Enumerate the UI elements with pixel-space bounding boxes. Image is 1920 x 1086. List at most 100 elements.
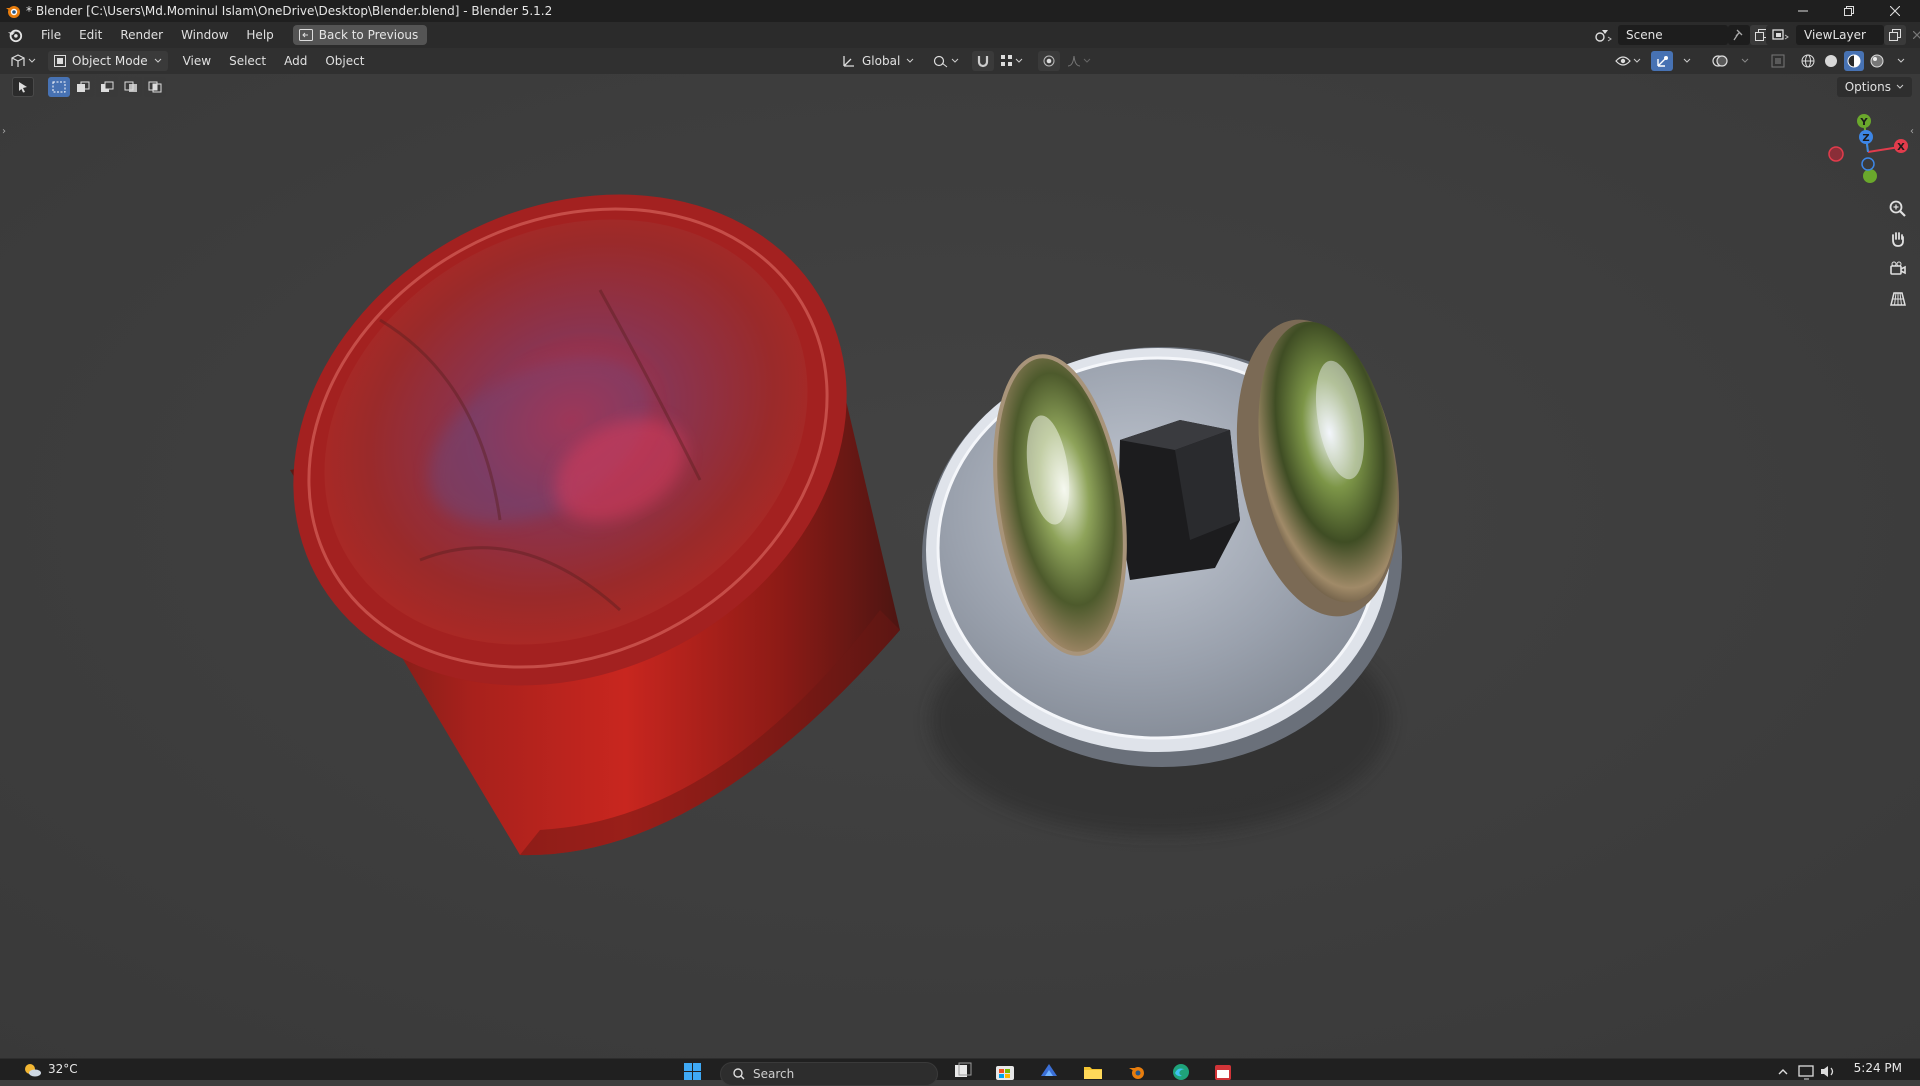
scene-pin-button[interactable] [1728, 25, 1750, 45]
gizmo-neg-z-handle[interactable] [1861, 157, 1875, 171]
scene-browse-button[interactable] [1588, 25, 1618, 45]
xray-icon [1771, 54, 1785, 68]
pivot-icon [934, 55, 948, 68]
gizmo-x-label: X [1897, 142, 1905, 153]
weather-temperature: 32°C [48, 1062, 78, 1076]
overlays-dropdown[interactable] [1734, 51, 1756, 71]
view-layer-name-field[interactable]: ViewLayer [1796, 25, 1884, 45]
select-mode-intersect-button[interactable] [144, 77, 166, 97]
select-mode-invert-button[interactable] [120, 77, 142, 97]
object-mode-icon [54, 55, 66, 67]
microsoft-store-icon[interactable] [994, 1062, 1016, 1080]
select-subtract-icon [101, 81, 114, 92]
menu-render[interactable]: Render [111, 24, 172, 46]
show-overlays-toggle[interactable] [1709, 51, 1731, 71]
snap-grid-icon [1001, 55, 1013, 66]
select-tool-button[interactable] [12, 77, 34, 97]
windows-start-icon[interactable] [682, 1062, 704, 1080]
menu-window[interactable]: Window [172, 24, 237, 46]
viewport-menu-object[interactable]: Object [316, 54, 373, 68]
gizmo-neg-x-handle[interactable] [1828, 146, 1844, 162]
gizmo-dropdown[interactable] [1676, 51, 1698, 71]
window-title: * Blender [C:\Users\Md.Mominul Islam\One… [26, 4, 553, 18]
delete-view-layer-button[interactable] [1906, 25, 1920, 45]
close-button[interactable] [1872, 0, 1918, 22]
gizmo-neg-y-handle[interactable] [1863, 169, 1877, 183]
navigation-gizmo[interactable]: Y Z X [1816, 108, 1912, 200]
edge-browser-icon[interactable] [1170, 1062, 1192, 1080]
minimize-button[interactable] [1780, 0, 1826, 22]
transform-tools: Global [836, 50, 1094, 72]
duplicate-icon [1889, 29, 1901, 41]
zoom-view-button[interactable] [1884, 195, 1912, 223]
view-layer-browse-button[interactable] [1766, 25, 1796, 45]
menu-help[interactable]: Help [237, 24, 282, 46]
select-extend-icon [77, 81, 90, 92]
shading-dropdown[interactable] [1890, 51, 1912, 71]
chevron-down-icon [1896, 84, 1904, 89]
viewport-menu-add[interactable]: Add [275, 54, 316, 68]
back-to-previous-button[interactable]: Back to Previous [292, 25, 428, 45]
scene-name-field[interactable]: Scene [1618, 25, 1728, 45]
volume-icon[interactable] [1818, 1062, 1840, 1080]
network-icon[interactable] [1796, 1062, 1818, 1080]
3d-viewport[interactable]: › ‹ [0, 74, 1920, 1058]
wireframe-shading-button[interactable] [1798, 51, 1818, 71]
blender-logo-icon [6, 6, 20, 18]
chevron-down-icon [1741, 58, 1749, 63]
windows-taskbar: 32°C Search 5:24 PM [0, 1058, 1920, 1086]
proportional-edit-icon [1043, 55, 1055, 67]
toolbar-expand-arrow[interactable]: › [2, 126, 6, 137]
xray-toggle[interactable] [1767, 51, 1789, 71]
pan-view-button[interactable] [1884, 225, 1912, 253]
screen-back-icon [298, 29, 313, 41]
solid-shading-button[interactable] [1821, 51, 1841, 71]
search-icon [733, 1068, 745, 1080]
chevron-down-icon [1897, 58, 1905, 63]
file-explorer-icon[interactable] [1082, 1062, 1104, 1080]
back-to-previous-label: Back to Previous [318, 28, 419, 42]
menu-file[interactable]: File [32, 24, 70, 46]
gizmo-z-label: Z [1862, 133, 1869, 144]
weather-widget[interactable]: 32°C [22, 1061, 78, 1077]
object-mode-label: Object Mode [72, 54, 148, 68]
snap-toggle[interactable] [972, 51, 995, 71]
menu-edit[interactable]: Edit [70, 24, 111, 46]
pivot-point-dropdown[interactable] [930, 51, 962, 71]
material-preview-shading-button[interactable] [1844, 51, 1864, 71]
transform-orientation-dropdown[interactable]: Global [836, 51, 920, 71]
show-hidden-icons-chevron-icon[interactable] [1772, 1062, 1794, 1080]
object-visibility-dropdown[interactable] [1612, 51, 1644, 71]
new-view-layer-button[interactable] [1884, 25, 1906, 45]
editor-type-button[interactable] [10, 51, 40, 71]
viewport-menu-view[interactable]: View [174, 54, 220, 68]
viewport-scene[interactable] [0, 74, 1920, 1058]
eye-icon [1615, 56, 1631, 66]
select-mode-extend-button[interactable] [72, 77, 94, 97]
taskbar-search-box[interactable]: Search [720, 1062, 938, 1086]
object-mode-dropdown[interactable]: Object Mode [48, 51, 168, 71]
proportional-editing-toggle[interactable] [1038, 51, 1061, 71]
viewport-display-tools [1612, 50, 1912, 72]
proportional-falloff-dropdown[interactable] [1064, 51, 1094, 71]
select-mode-subtract-button[interactable] [96, 77, 118, 97]
snap-target-dropdown[interactable] [998, 51, 1026, 71]
toggle-projection-button[interactable] [1884, 285, 1912, 313]
camera-view-button[interactable] [1884, 255, 1912, 283]
maximize-button[interactable] [1826, 0, 1872, 22]
falloff-curve-icon [1068, 55, 1081, 67]
calendar-app-icon[interactable] [1212, 1062, 1234, 1080]
rendered-shading-button[interactable] [1867, 51, 1887, 71]
viewport-menu-select[interactable]: Select [220, 54, 275, 68]
select-mode-new-button[interactable] [48, 77, 70, 97]
wireframe-shading-icon [1801, 54, 1815, 68]
blender-taskbar-icon[interactable] [1126, 1062, 1148, 1080]
copilot-icon[interactable] [1038, 1062, 1060, 1080]
blender-menu-button[interactable] [4, 24, 26, 46]
options-label: Options [1844, 80, 1891, 94]
options-dropdown[interactable]: Options [1836, 77, 1912, 97]
show-gizmo-toggle[interactable] [1651, 51, 1673, 71]
task-view-icon[interactable] [952, 1062, 974, 1080]
chevron-down-icon [1015, 58, 1023, 63]
taskbar-clock[interactable]: 5:24 PM [1854, 1061, 1902, 1075]
